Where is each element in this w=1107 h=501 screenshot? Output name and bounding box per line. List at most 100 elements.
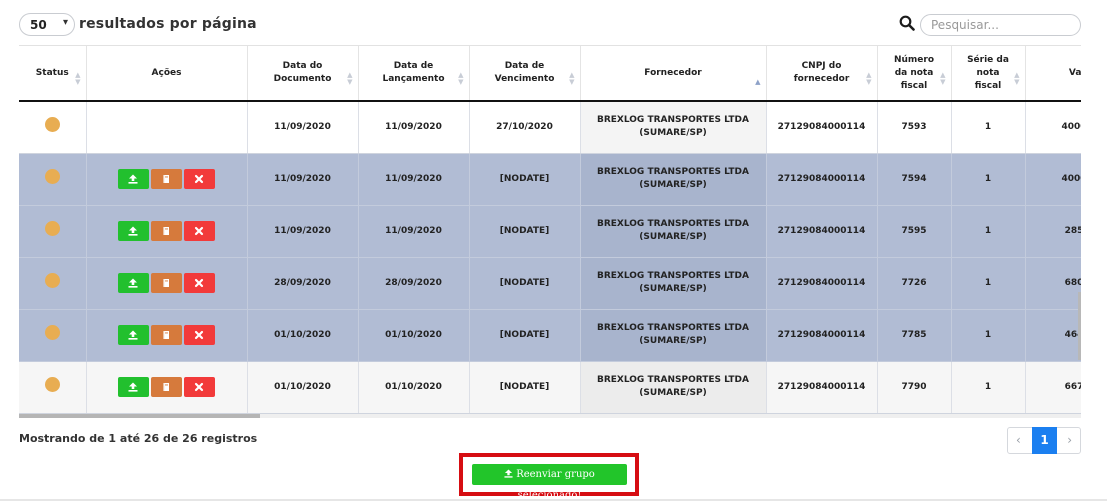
delete-button[interactable] bbox=[184, 377, 215, 397]
cell-serie-nota: 1 bbox=[951, 205, 1026, 258]
column-header-status[interactable]: Status ▲ ▼ bbox=[19, 46, 87, 102]
search-icon bbox=[899, 15, 915, 31]
cell-data-lancamento: 11/09/2020 bbox=[358, 153, 470, 206]
delete-button[interactable] bbox=[184, 169, 215, 189]
cell-cnpj: 27129084000114 bbox=[766, 257, 878, 310]
cell-valor: 680.30 bbox=[1025, 257, 1081, 310]
cell-cnpj: 27129084000114 bbox=[766, 153, 878, 206]
details-button[interactable] bbox=[151, 221, 182, 241]
upload-button[interactable] bbox=[118, 377, 149, 397]
page-button-current[interactable]: 1 bbox=[1032, 427, 1057, 454]
sort-icon: ▲ ▼ bbox=[347, 71, 353, 86]
upload-button[interactable] bbox=[118, 169, 149, 189]
cell-status bbox=[19, 361, 87, 414]
cell-data-vencimento: [NODATE] bbox=[469, 309, 581, 362]
cell-cnpj: 27129084000114 bbox=[766, 309, 878, 362]
column-header-data-lancamento[interactable]: Data de Lançamento ▲ ▼ bbox=[358, 46, 470, 102]
cell-data-documento: 11/09/2020 bbox=[247, 101, 359, 154]
table-row[interactable]: 11/09/2020 11/09/2020 [NODATE] BREXLOG TRAN… bbox=[19, 153, 1081, 206]
cell-numero-nota: 7594 bbox=[877, 153, 952, 206]
highlight-frame: Reenviar grupo selecionado! bbox=[459, 453, 639, 501]
delete-button[interactable] bbox=[184, 221, 215, 241]
upload-button[interactable] bbox=[118, 273, 149, 293]
table-row[interactable]: 01/10/2020 01/10/2020 [NODATE] BREXLOG TRAN… bbox=[19, 309, 1081, 362]
delete-button[interactable] bbox=[184, 273, 215, 293]
cell-status bbox=[19, 309, 87, 362]
column-header-data-vencimento[interactable]: Data de Vencimento ▲ ▼ bbox=[469, 46, 581, 102]
cell-data-lancamento: 01/10/2020 bbox=[358, 361, 470, 414]
cell-status bbox=[19, 205, 87, 258]
cell-serie-nota: 1 bbox=[951, 101, 1026, 154]
column-header-acoes: Ações bbox=[86, 46, 248, 102]
table-row[interactable]: 11/09/2020 11/09/2020 [NODATE] BREXLOG TRAN… bbox=[19, 205, 1081, 258]
cell-valor: 285.60 bbox=[1025, 205, 1081, 258]
column-header-valor[interactable]: Valor bbox=[1025, 46, 1081, 102]
cell-actions bbox=[86, 361, 248, 414]
details-button[interactable] bbox=[151, 377, 182, 397]
cell-serie-nota: 1 bbox=[951, 257, 1026, 310]
status-indicator bbox=[44, 273, 60, 288]
sort-icon: ▲ ▼ bbox=[1014, 71, 1020, 86]
table-controls: 50 ▾ resultados por página bbox=[19, 12, 1081, 38]
column-header-fornecedor[interactable]: Fornecedor ▲ bbox=[580, 46, 767, 102]
cell-actions bbox=[86, 309, 248, 362]
upload-button[interactable] bbox=[118, 221, 149, 241]
search-input[interactable] bbox=[920, 14, 1081, 36]
cell-valor: 4000.00 bbox=[1025, 153, 1081, 206]
cell-data-documento: 28/09/2020 bbox=[247, 257, 359, 310]
cell-data-documento: 11/09/2020 bbox=[247, 205, 359, 258]
cell-serie-nota: 1 bbox=[951, 309, 1026, 362]
page-size-select[interactable]: 50 ▾ bbox=[19, 13, 75, 36]
delete-button[interactable] bbox=[184, 325, 215, 345]
details-button[interactable] bbox=[151, 325, 182, 345]
vertical-scrollbar[interactable] bbox=[1078, 292, 1081, 360]
horizontal-scrollbar-thumb[interactable] bbox=[19, 414, 260, 418]
cell-data-documento: 11/09/2020 bbox=[247, 153, 359, 206]
cell-status bbox=[19, 153, 87, 206]
cell-data-documento: 01/10/2020 bbox=[247, 361, 359, 414]
cell-actions bbox=[86, 205, 248, 258]
table-row[interactable]: 11/09/2020 11/09/2020 27/10/2020 BREXLOG TR… bbox=[19, 101, 1081, 154]
cell-valor: 4000.00 bbox=[1025, 101, 1081, 154]
horizontal-scrollbar[interactable] bbox=[19, 414, 1081, 418]
cell-cnpj: 27129084000114 bbox=[766, 101, 878, 154]
details-button[interactable] bbox=[151, 273, 182, 293]
cell-fornecedor: BREXLOG TRANSPORTES LTDA (SUMARE/SP) bbox=[580, 309, 767, 362]
column-header-numero-nota[interactable]: Número da nota fiscal ▲ ▼ bbox=[877, 46, 952, 102]
cell-data-lancamento: 01/10/2020 bbox=[358, 309, 470, 362]
resend-button-label: Reenviar grupo selecionado! bbox=[516, 469, 595, 501]
status-indicator bbox=[44, 169, 60, 184]
cell-data-lancamento: 11/09/2020 bbox=[358, 101, 470, 154]
upload-button[interactable] bbox=[118, 325, 149, 345]
cell-data-documento: 01/10/2020 bbox=[247, 309, 359, 362]
previous-page-button[interactable]: ‹ bbox=[1016, 433, 1021, 447]
chevron-down-icon: ▾ bbox=[62, 17, 68, 28]
cell-actions bbox=[86, 257, 248, 310]
sort-icon: ▲ ▼ bbox=[940, 71, 946, 86]
next-page-button[interactable]: › bbox=[1067, 433, 1072, 447]
table-row[interactable]: 28/09/2020 28/09/2020 [NODATE] BREXLOG TRAN… bbox=[19, 257, 1081, 310]
cell-numero-nota: 7726 bbox=[877, 257, 952, 310]
column-header-serie-nota[interactable]: Série da nota fiscal ▲ ▼ bbox=[951, 46, 1026, 102]
cell-numero-nota: 7595 bbox=[877, 205, 952, 258]
upload-icon bbox=[504, 469, 513, 478]
cell-numero-nota: 7790 bbox=[877, 361, 952, 414]
resend-selected-group-button[interactable]: Reenviar grupo selecionado! bbox=[472, 464, 627, 501]
cell-fornecedor: BREXLOG TRANSPORTES LTDA (SUMARE/SP) bbox=[580, 361, 767, 414]
cell-actions bbox=[86, 153, 248, 206]
per-page-label: resultados por página bbox=[79, 16, 257, 32]
cell-data-vencimento: 27/10/2020 bbox=[469, 101, 581, 154]
cell-fornecedor: BREXLOG TRANSPORTES LTDA (SUMARE/SP) bbox=[580, 257, 767, 310]
table-header-row: Status ▲ ▼ Ações Data do Documento ▲ ▼ Data d… bbox=[19, 46, 1081, 102]
page-size-value: 50 bbox=[30, 18, 47, 32]
table-row[interactable]: 01/10/2020 01/10/2020 [NODATE] BREXLOG TRAN… bbox=[19, 361, 1081, 414]
cell-valor: 667.60 bbox=[1025, 361, 1081, 414]
cell-numero-nota: 7785 bbox=[877, 309, 952, 362]
cell-cnpj: 27129084000114 bbox=[766, 205, 878, 258]
details-button[interactable] bbox=[151, 169, 182, 189]
cell-numero-nota: 7593 bbox=[877, 101, 952, 154]
status-indicator bbox=[44, 221, 60, 236]
column-header-cnpj[interactable]: CNPJ do fornecedor ▲ ▼ bbox=[766, 46, 878, 102]
column-header-data-documento[interactable]: Data do Documento ▲ ▼ bbox=[247, 46, 359, 102]
cell-valor: 464.00 bbox=[1025, 309, 1081, 362]
